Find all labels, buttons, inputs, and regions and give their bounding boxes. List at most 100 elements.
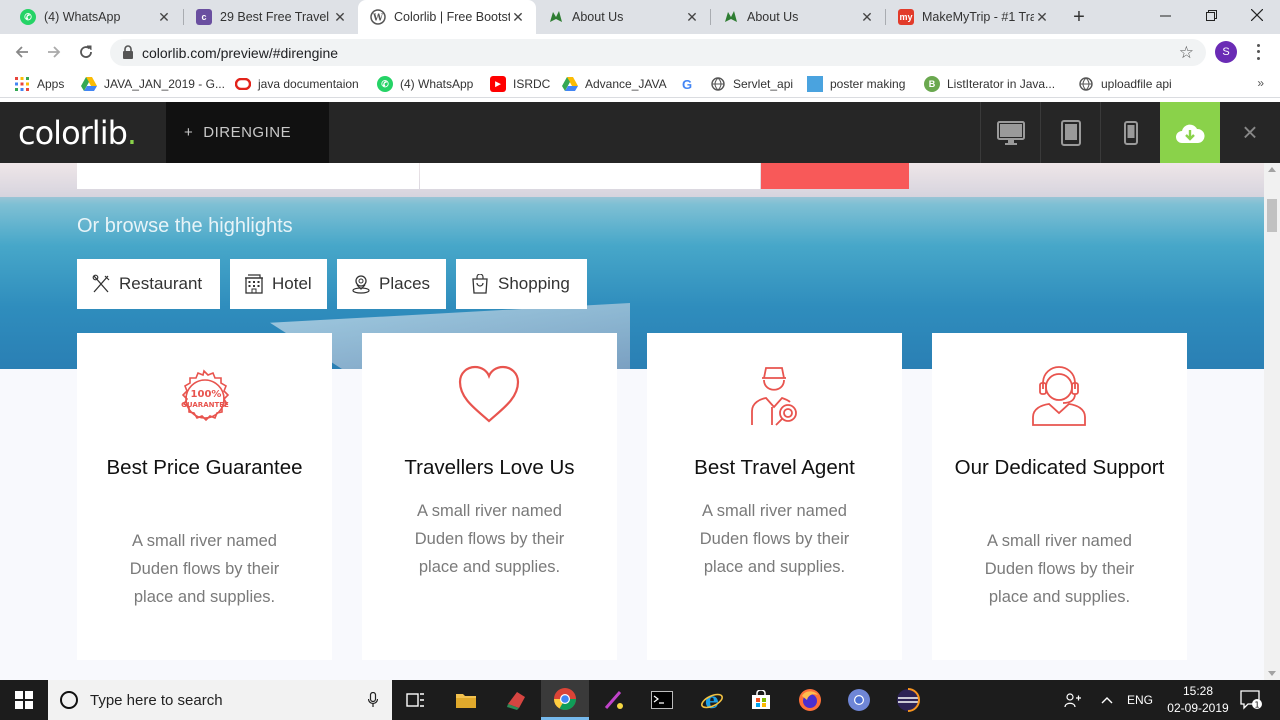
close-tab-icon[interactable]: ✕ [859,9,875,25]
cortana-icon [60,691,78,709]
bookmark-label: (4) WhatsApp [400,77,474,91]
close-preview-icon[interactable]: × [1220,102,1280,163]
taskbar-search-box[interactable]: Type here to search [48,680,392,720]
google-drive-icon [81,76,97,92]
close-tab-icon[interactable]: ✕ [684,9,700,25]
restore-icon[interactable] [1188,0,1234,30]
highlight-label: Restaurant [119,274,203,293]
tab-about-us-2[interactable]: About Us ✕ [711,0,885,34]
search-field-1[interactable] [77,163,419,189]
system-clock[interactable]: 15:28 02-09-2019 [1158,683,1238,717]
bookmark-servlet-api[interactable]: Servlet_api [710,76,793,92]
bookmark-label: JAVA_JAN_2019 - G... [104,77,225,91]
feature-card-best-price: 100% GUARANTEE Best Price Guarantee A sm… [77,333,332,660]
whatsapp-icon: ✆ [20,9,36,25]
tab-title: Colorlib | Free Bootst [394,10,510,24]
lock-icon [122,45,134,59]
page-scrollbar[interactable] [1264,163,1280,680]
desktop-view-icon[interactable] [980,102,1040,163]
browse-highlights-title: Or browse the highlights [77,215,293,237]
search-field-2[interactable] [420,163,760,189]
scroll-thumb[interactable] [1267,199,1277,232]
bookmark-google[interactable]: G [679,76,702,92]
bookmark-poster-making[interactable]: poster making [807,76,905,92]
scroll-down-icon[interactable] [1268,671,1276,676]
bookmark-apps[interactable]: Apps [14,76,64,92]
colorlib-icon: c [196,9,212,25]
bookmark-listiterator[interactable]: B ListIterator in Java... [924,76,1055,92]
language-indicator[interactable]: ENG [1127,680,1153,720]
feature-card-dedicated-support: Our Dedicated Support A small river name… [932,333,1187,660]
theme-selector[interactable]: + DIRENGINE [166,102,329,163]
tab-whatsapp[interactable]: ✆ (4) WhatsApp ✕ [8,0,182,34]
minimize-icon[interactable] [1142,0,1188,30]
chrome-taskbar-icon[interactable] [541,680,589,720]
highlight-shopping[interactable]: Shopping [456,259,587,309]
windows-taskbar: Type here to search e ENG 15:28 02-09-20… [0,680,1280,720]
terminal-icon[interactable] [638,680,686,720]
close-tab-icon[interactable]: ✕ [1034,9,1050,25]
bookmark-uploadfile-api[interactable]: uploadfile api [1078,76,1172,92]
tab-travel-templates[interactable]: c 29 Best Free Travel W ✕ [184,0,358,34]
chevron-up-icon[interactable] [1101,680,1113,720]
people-icon[interactable] [1064,680,1082,720]
dragon-icon [723,9,739,25]
highlight-restaurant[interactable]: Restaurant [77,259,220,309]
google-icon: G [681,76,693,92]
bookmark-label: Advance_JAVA [585,77,667,91]
theme-name: DIRENGINE [203,124,292,141]
bookmark-isrdc[interactable]: ▶ ISRDC [490,76,550,92]
window-close-icon[interactable] [1234,0,1280,30]
notifications-icon[interactable]: 1 [1240,680,1262,720]
eclipse-icon[interactable] [884,680,932,720]
svg-text:GUARANTEE: GUARANTEE [181,401,229,409]
firefox-icon[interactable] [786,680,834,720]
close-tab-icon[interactable]: ✕ [332,9,348,25]
bookmark-java-jan[interactable]: JAVA_JAN_2019 - G... [81,76,225,92]
close-tab-icon[interactable]: ✕ [510,9,526,25]
reload-icon[interactable] [74,40,98,64]
store-icon[interactable] [737,680,785,720]
address-bar[interactable]: colorlib.com/preview/#direngine ☆ [110,39,1206,66]
bookmark-star-icon[interactable]: ☆ [1179,43,1194,63]
feature-text: A small river named Duden flows by their… [984,532,1135,606]
chrome-canary-icon[interactable] [835,680,883,720]
browser-toolbar: colorlib.com/preview/#direngine ☆ [0,34,1280,70]
tablet-view-icon[interactable] [1040,102,1100,163]
search-submit-button[interactable] [761,163,909,189]
paint-tool-icon[interactable] [590,680,638,720]
highlight-places[interactable]: Places [337,259,446,309]
svg-text:W: W [372,14,384,24]
colorlib-logo[interactable]: colorlib. [18,114,137,152]
back-icon[interactable] [10,40,34,64]
windows-start-icon[interactable] [0,680,48,720]
feature-title: Travellers Love Us [404,456,575,479]
internet-explorer-icon[interactable]: e [688,680,736,720]
forward-icon[interactable] [42,40,66,64]
bookmark-advance-java[interactable]: Advance_JAVA [562,76,667,92]
rubyred-app-icon[interactable] [492,680,540,720]
mobile-view-icon[interactable] [1100,102,1160,163]
close-tab-icon[interactable]: ✕ [156,9,172,25]
google-drive-icon [562,76,578,92]
scroll-up-icon[interactable] [1268,167,1276,172]
new-tab-button[interactable]: + [1068,6,1090,28]
microphone-icon[interactable] [368,692,378,708]
highlight-hotel[interactable]: Hotel [230,259,327,309]
tab-colorlib-active[interactable]: W Colorlib | Free Bootst ✕ [358,0,536,34]
bookmark-java-doc[interactable]: java documentaion [235,76,359,92]
highlight-label: Places [379,274,431,293]
menu-kebab-icon[interactable] [1250,42,1266,62]
bookmark-whatsapp[interactable]: ✆ (4) WhatsApp [377,76,473,92]
plus-icon: + [184,124,194,141]
feature-text: A small river named Duden flows by their… [699,502,850,576]
highlight-label: Hotel [272,274,312,293]
tab-makemytrip[interactable]: my MakeMyTrip - #1 Tra ✕ [886,0,1060,34]
download-cloud-icon[interactable] [1160,102,1220,163]
file-explorer-icon[interactable] [442,680,490,720]
url-text: colorlib.com/preview/#direngine [142,45,339,61]
profile-avatar[interactable]: S [1215,41,1237,63]
tab-about-us-1[interactable]: About Us ✕ [536,0,710,34]
bookmarks-overflow-button[interactable]: » [1257,76,1264,90]
task-view-icon[interactable] [392,680,440,720]
